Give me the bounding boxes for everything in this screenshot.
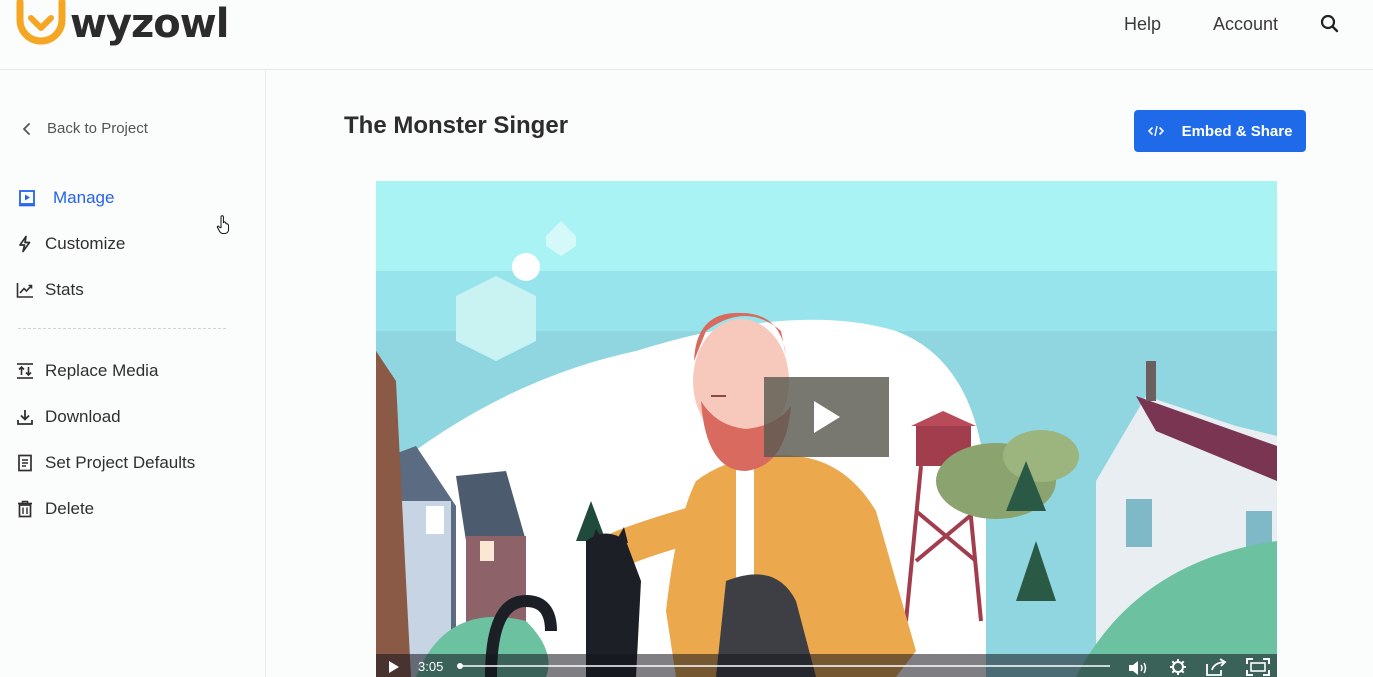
help-link[interactable]: Help bbox=[1124, 13, 1161, 35]
brand-logo[interactable]: wyzowl bbox=[16, 0, 229, 52]
embed-share-button[interactable]: Embed & Share bbox=[1134, 110, 1306, 152]
lightning-icon bbox=[16, 235, 34, 253]
hand-cursor-icon bbox=[216, 215, 230, 234]
play-small-icon[interactable] bbox=[388, 660, 400, 674]
download-icon bbox=[16, 408, 34, 426]
play-icon bbox=[813, 401, 840, 433]
top-bar: wyzowl Help Account bbox=[0, 0, 1373, 70]
sidebar: Back to Project Manage Customize Stats R… bbox=[0, 70, 266, 677]
sidebar-item-stats[interactable]: Stats bbox=[16, 278, 84, 302]
sidebar-item-set-project-defaults[interactable]: Set Project Defaults bbox=[16, 451, 195, 475]
sidebar-item-replace-media[interactable]: Replace Media bbox=[16, 359, 158, 383]
code-icon bbox=[1147, 125, 1164, 137]
search-icon[interactable] bbox=[1320, 14, 1340, 34]
sidebar-item-label: Set Project Defaults bbox=[45, 453, 196, 472]
account-link[interactable]: Account bbox=[1213, 13, 1278, 35]
volume-icon[interactable] bbox=[1128, 660, 1150, 676]
settings-icon[interactable] bbox=[1169, 658, 1187, 676]
sidebar-item-download[interactable]: Download bbox=[16, 405, 121, 429]
chevron-left-icon bbox=[23, 122, 30, 135]
sidebar-item-label: Customize bbox=[45, 234, 126, 253]
video-time: 3:05 bbox=[418, 659, 444, 674]
sidebar-item-label: Stats bbox=[45, 280, 84, 299]
owl-logo-icon bbox=[16, 0, 66, 45]
back-to-project-link[interactable]: Back to Project bbox=[20, 120, 148, 137]
sidebar-item-label: Delete bbox=[45, 499, 95, 518]
chart-line-icon bbox=[16, 281, 34, 299]
fullscreen-icon[interactable] bbox=[1246, 658, 1270, 676]
sidebar-item-label: Download bbox=[45, 407, 121, 426]
progress-bar[interactable] bbox=[457, 663, 1110, 669]
sidebar-divider bbox=[18, 328, 226, 329]
progress-knob[interactable] bbox=[457, 663, 463, 669]
video-controls: 3:05 bbox=[376, 654, 1277, 677]
brand-name: wyzowl bbox=[70, 1, 229, 47]
embed-share-label: Embed & Share bbox=[1181, 122, 1293, 140]
sidebar-item-manage[interactable]: Manage bbox=[18, 186, 114, 210]
sidebar-item-delete[interactable]: Delete bbox=[16, 497, 94, 521]
document-icon bbox=[16, 454, 34, 472]
sidebar-item-customize[interactable]: Customize bbox=[16, 232, 125, 256]
play-box-icon bbox=[18, 189, 36, 207]
trash-icon bbox=[16, 500, 34, 518]
share-icon[interactable] bbox=[1206, 658, 1228, 676]
sidebar-item-label: Manage bbox=[53, 188, 115, 207]
replace-icon bbox=[16, 362, 34, 380]
page-title: The Monster Singer bbox=[344, 112, 569, 139]
sidebar-item-label: Replace Media bbox=[45, 361, 159, 380]
play-button[interactable] bbox=[764, 377, 889, 457]
video-player[interactable]: 3:05 bbox=[376, 181, 1277, 677]
back-label: Back to Project bbox=[47, 120, 148, 137]
